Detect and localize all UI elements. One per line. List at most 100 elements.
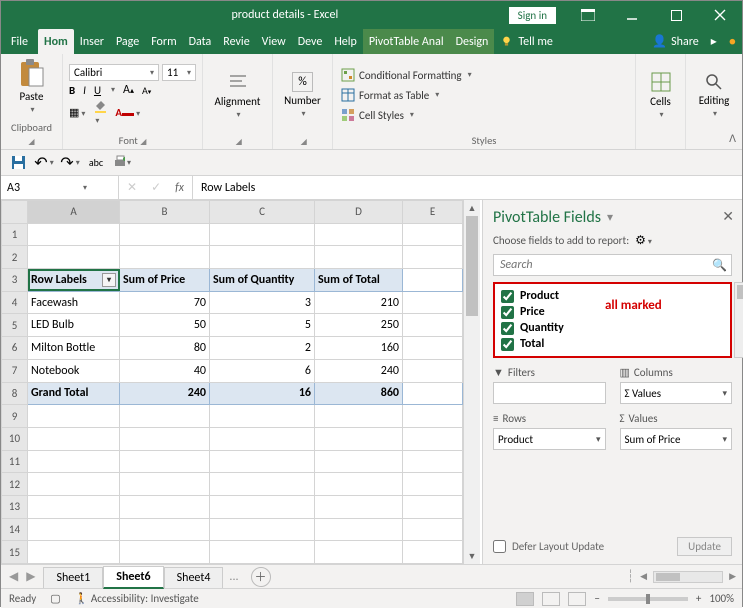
maximize-button[interactable]	[654, 1, 698, 29]
status-ready: Ready	[9, 592, 36, 605]
tell-me[interactable]: Tell me	[494, 29, 559, 54]
format-as-table-button[interactable]: Format as Table▾	[339, 87, 474, 103]
tab-home[interactable]: Hom	[38, 29, 74, 54]
cells-icon[interactable]	[650, 71, 672, 93]
share-button[interactable]: 👤Share	[646, 29, 705, 54]
field-quantity[interactable]: Quantity	[501, 320, 724, 336]
font-color-button[interactable]: A▾	[115, 106, 140, 119]
save-button[interactable]	[9, 154, 27, 172]
font-name-combo[interactable]: Calibri▾	[69, 64, 159, 81]
area-columns[interactable]: ▥Columns Σ Values▾	[620, 366, 733, 404]
undo-button[interactable]: ↶▾	[35, 154, 53, 172]
fieldlist-scrollbar[interactable]	[734, 282, 743, 358]
defer-label: Defer Layout Update	[512, 540, 604, 553]
vertical-scrollbar[interactable]: ▲ ▼	[463, 200, 480, 564]
cell-styles-button[interactable]: Cell Styles▾	[339, 107, 474, 123]
col-header-b[interactable]: B	[120, 201, 210, 224]
name-box-input[interactable]	[7, 181, 77, 195]
defer-layout-checkbox[interactable]	[493, 540, 506, 553]
cancel-formula-icon[interactable]: ✕	[127, 180, 137, 195]
sheet-tab-sheet6[interactable]: Sheet6	[103, 566, 163, 589]
scroll-up-icon[interactable]: ▲	[464, 200, 480, 216]
col-header-e[interactable]: E	[403, 201, 463, 224]
col-header-d[interactable]: D	[315, 201, 403, 224]
cell-a3[interactable]: Row Labels▾	[28, 269, 120, 292]
tab-design[interactable]: Design	[450, 29, 495, 54]
worksheet-grid[interactable]: A B C D E 1 2 3 Row Labels▾ Sum of Price…	[1, 200, 463, 564]
normal-view-button[interactable]	[516, 592, 534, 606]
overflow-right-icon[interactable]: ▸	[705, 29, 723, 54]
area-filters[interactable]: ▼Filters	[493, 366, 606, 404]
update-button[interactable]: Update	[677, 537, 732, 556]
border-button[interactable]: ▦▾	[69, 106, 85, 119]
collapse-ribbon-icon[interactable]: ᐱ	[729, 132, 736, 145]
hscroll-left-icon[interactable]: ◀	[640, 571, 647, 582]
ribbon-display-icon[interactable]	[566, 1, 610, 29]
bold-button[interactable]: B	[69, 84, 75, 97]
tab-formulas[interactable]: Form	[145, 29, 182, 54]
tab-review[interactable]: Revie	[217, 29, 255, 54]
number-format-button[interactable]: %	[292, 72, 313, 92]
sign-in-button[interactable]: Sign in	[509, 7, 556, 24]
accessibility-status[interactable]: 🚶 Accessibility: Investigate	[75, 592, 199, 605]
field-total[interactable]: Total	[501, 336, 724, 352]
conditional-formatting-button[interactable]: Conditional Formatting▾	[339, 67, 474, 83]
tab-data[interactable]: Data	[183, 29, 218, 54]
find-icon[interactable]	[704, 72, 724, 92]
hscroll-right-icon[interactable]: ▶	[729, 571, 736, 582]
col-header-c[interactable]: C	[210, 201, 315, 224]
area-values[interactable]: ΣValues Sum of Price▾	[620, 412, 733, 450]
paste-button[interactable]: Paste ▾	[16, 58, 48, 115]
row-labels-filter-icon[interactable]: ▾	[102, 273, 116, 287]
field-search-input[interactable]	[493, 254, 732, 276]
field-pane-close-icon[interactable]: ✕	[722, 208, 734, 225]
decrease-font-icon[interactable]: A▾	[142, 84, 151, 97]
quick-print-button[interactable]: ▾	[113, 154, 131, 172]
italic-button[interactable]: I	[83, 84, 86, 97]
spellcheck-button[interactable]: abc	[87, 154, 105, 172]
tab-pivottable-analyze[interactable]: PivotTable Anal	[363, 29, 450, 54]
col-header-a[interactable]: A	[28, 201, 120, 224]
macro-record-icon[interactable]: ▢	[50, 592, 60, 605]
page-layout-view-button[interactable]	[542, 592, 560, 606]
close-button[interactable]	[698, 1, 742, 29]
sheet-nav-next-icon[interactable]: ▶	[26, 569, 35, 584]
sheet-tab-sheet1[interactable]: Sheet1	[43, 567, 103, 588]
field-pane-settings-icon[interactable]: ⚙▾	[635, 233, 652, 248]
search-icon[interactable]: 🔍	[712, 258, 727, 273]
zoom-level[interactable]: 100%	[709, 592, 734, 605]
zoom-slider[interactable]	[608, 597, 688, 601]
sheet-nav-prev-icon[interactable]: ◀	[9, 569, 18, 584]
sheet-tab-sheet4[interactable]: Sheet4	[164, 567, 224, 588]
row-header[interactable]: 1	[2, 223, 28, 246]
tab-developer[interactable]: Deve	[292, 29, 329, 54]
tab-file[interactable]: File	[1, 29, 38, 54]
underline-button[interactable]: U	[94, 84, 101, 97]
select-all-corner[interactable]	[2, 201, 28, 224]
alignment-icon[interactable]	[227, 71, 249, 93]
tab-insert[interactable]: Inser	[74, 29, 110, 54]
area-rows[interactable]: ≡Rows Product▾	[493, 412, 606, 450]
enter-formula-icon[interactable]: ✓	[151, 180, 161, 195]
formula-value[interactable]: Row Labels	[193, 176, 742, 199]
name-box[interactable]: ▾	[1, 176, 119, 199]
fill-color-button[interactable]: ▾	[93, 99, 107, 126]
horizontal-scrollbar[interactable]	[653, 571, 723, 583]
tab-help[interactable]: Help	[328, 29, 363, 54]
minimize-button[interactable]	[610, 1, 654, 29]
scroll-thumb[interactable]	[466, 216, 478, 316]
field-pane-subtitle: Choose fields to add to report:	[493, 234, 629, 247]
zoom-in-button[interactable]: +	[696, 592, 701, 605]
sheet-tabs-more[interactable]: ...	[223, 570, 244, 584]
fx-icon[interactable]: fx	[175, 181, 184, 195]
tab-view[interactable]: View	[256, 29, 292, 54]
increase-font-icon[interactable]: A▴	[123, 83, 134, 97]
group-number: % Number ▾ ◢	[273, 54, 333, 149]
redo-button[interactable]: ↷▾	[61, 154, 79, 172]
zoom-out-button[interactable]: −	[594, 592, 599, 605]
font-size-combo[interactable]: 11▾	[162, 64, 196, 81]
scroll-down-icon[interactable]: ▼	[464, 548, 480, 564]
tab-page-layout[interactable]: Page	[110, 29, 145, 54]
new-sheet-button[interactable]: ＋	[251, 567, 271, 587]
page-break-view-button[interactable]	[568, 592, 586, 606]
